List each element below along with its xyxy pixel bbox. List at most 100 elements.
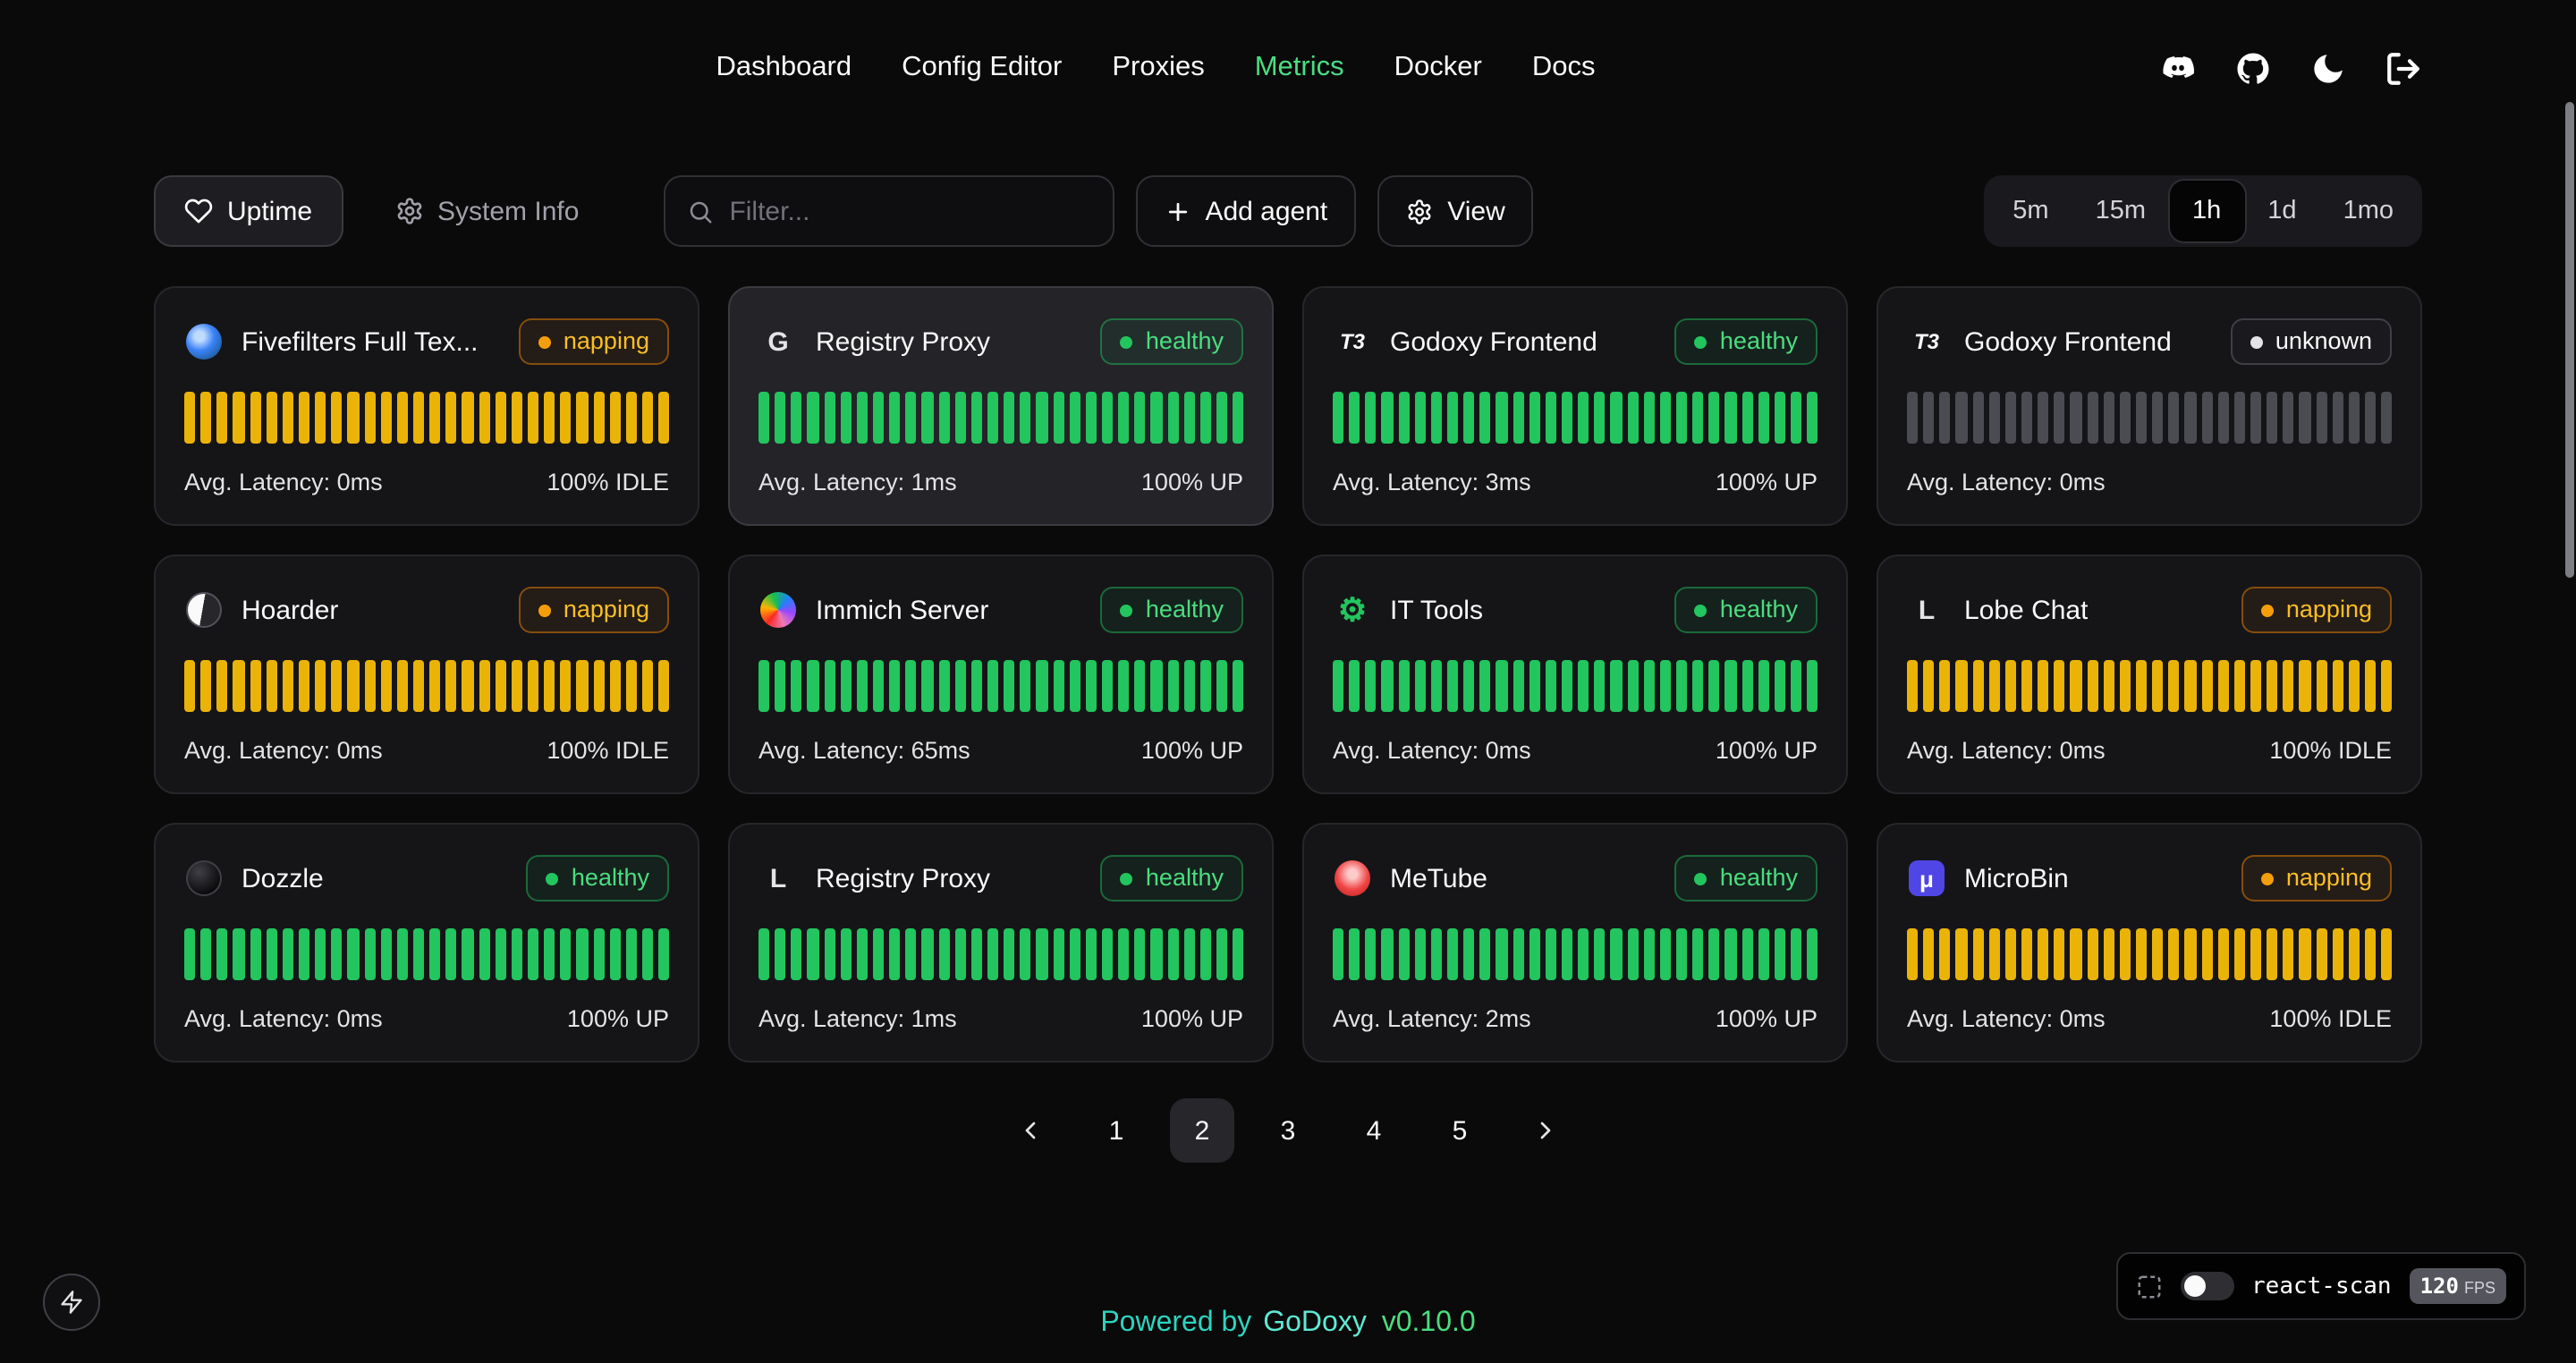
filter-input[interactable] <box>729 196 1090 226</box>
card-footer: Avg. Latency: 0ms 100% UP <box>184 1005 669 1032</box>
service-card[interactable]: μ MicroBin napping Avg. Latency: 0ms 100… <box>1877 823 2422 1062</box>
uptime-bar <box>2087 660 2097 712</box>
service-card[interactable]: Hoarder napping Avg. Latency: 0ms 100% I… <box>154 555 699 794</box>
uptime-label: 100% UP <box>1141 469 1243 495</box>
card-header: L Lobe Chat napping <box>1907 585 2392 635</box>
uptime-bar <box>824 392 835 444</box>
uptime-bar <box>2201 660 2212 712</box>
uptime-bar <box>1578 392 1589 444</box>
service-card[interactable]: T3 Godoxy Frontend healthy Avg. Latency:… <box>1302 286 1848 526</box>
service-card[interactable]: L Registry Proxy healthy Avg. Latency: 1… <box>728 823 1274 1062</box>
tab-uptime[interactable]: Uptime <box>154 175 343 247</box>
inspect-icon[interactable] <box>2135 1273 2162 1300</box>
card-header: L Registry Proxy healthy <box>758 853 1243 903</box>
time-range-1mo[interactable]: 1mo <box>2320 181 2417 241</box>
status-badge: napping <box>519 318 669 365</box>
moon-icon[interactable] <box>2308 48 2347 88</box>
service-card[interactable]: L Lobe Chat napping Avg. Latency: 0ms 10… <box>1877 555 2422 794</box>
add-agent-button[interactable]: Add agent <box>1135 175 1356 247</box>
page-3[interactable]: 3 <box>1256 1098 1320 1163</box>
uptime-bar <box>250 392 260 444</box>
service-card[interactable]: ⚙ IT Tools healthy Avg. Latency: 0ms 100… <box>1302 555 1848 794</box>
service-card[interactable]: Immich Server healthy Avg. Latency: 65ms… <box>728 555 1274 794</box>
uptime-bar <box>2300 928 2310 980</box>
time-range-15m[interactable]: 15m <box>2072 181 2169 241</box>
tab-system-info[interactable]: System Info <box>364 175 609 247</box>
nav-item-docs[interactable]: Docs <box>1532 52 1596 84</box>
uptime-bar <box>1708 928 1719 980</box>
uptime-bar <box>217 392 228 444</box>
chevron-right-icon[interactable] <box>1513 1098 1578 1163</box>
service-name: Lobe Chat <box>1964 595 2088 625</box>
uptime-bar <box>2267 660 2277 712</box>
nav-item-metrics[interactable]: Metrics <box>1255 52 1344 84</box>
uptime-bar <box>512 392 522 444</box>
uptime-bar <box>626 660 637 712</box>
service-name: MeTube <box>1390 863 1487 893</box>
service-card[interactable]: Fivefilters Full Tex... napping Avg. Lat… <box>154 286 699 526</box>
github-icon[interactable] <box>2233 48 2272 88</box>
service-name: Registry Proxy <box>816 326 990 357</box>
uptime-bar <box>593 392 604 444</box>
view-button[interactable]: View <box>1377 175 1534 247</box>
lightning-button[interactable] <box>43 1274 100 1331</box>
status-badge: healthy <box>1101 318 1243 365</box>
uptime-bar <box>2120 660 2131 712</box>
service-card[interactable]: G Registry Proxy healthy Avg. Latency: 1… <box>728 286 1274 526</box>
uptime-bar <box>266 392 276 444</box>
uptime-bar <box>2234 928 2245 980</box>
uptime-bar <box>1069 392 1080 444</box>
nav-item-proxies[interactable]: Proxies <box>1112 52 1204 84</box>
uptime-bar <box>1758 660 1768 712</box>
uptime-bar <box>1725 928 1736 980</box>
service-card[interactable]: MeTube healthy Avg. Latency: 2ms 100% UP <box>1302 823 1848 1062</box>
uptime-bar <box>1333 928 1343 980</box>
uptime-bar <box>1595 928 1606 980</box>
uptime-bar <box>1414 392 1425 444</box>
discord-icon[interactable] <box>2157 48 2197 88</box>
uptime-bar <box>1708 660 1719 712</box>
uptime-bar <box>1676 392 1687 444</box>
react-scan-toggle[interactable] <box>2180 1272 2233 1300</box>
uptime-bar <box>1496 928 1507 980</box>
status-dot <box>2250 335 2263 348</box>
uptime-bar <box>873 660 884 712</box>
time-range-1h[interactable]: 1h <box>2169 181 2244 241</box>
uptime-bar <box>1037 660 1047 712</box>
filter-box <box>663 175 1114 247</box>
page-5[interactable]: 5 <box>1428 1098 1492 1163</box>
uptime-bar <box>1758 392 1768 444</box>
nav-item-config-editor[interactable]: Config Editor <box>902 52 1062 84</box>
nav-item-docker[interactable]: Docker <box>1394 52 1482 84</box>
uptime-bar <box>1366 928 1377 980</box>
uptime-bar <box>2349 928 2360 980</box>
uptime-bar <box>528 392 538 444</box>
uptime-bar <box>299 392 309 444</box>
uptime-bar <box>397 392 408 444</box>
uptime-bar <box>2217 392 2228 444</box>
add-agent-label: Add agent <box>1205 196 1327 226</box>
uptime-bar <box>938 660 949 712</box>
page-1[interactable]: 1 <box>1084 1098 1148 1163</box>
uptime-bar <box>1004 660 1014 712</box>
scrollbar-thumb[interactable] <box>2565 102 2574 578</box>
nav-item-dashboard[interactable]: Dashboard <box>716 52 852 84</box>
uptime-bar <box>1627 660 1638 712</box>
godoxy-link[interactable]: GoDoxy <box>1263 1308 1367 1338</box>
status-dot <box>2261 872 2274 885</box>
page-4[interactable]: 4 <box>1342 1098 1406 1163</box>
uptime-bar <box>1676 928 1687 980</box>
uptime-bar <box>364 660 375 712</box>
status-dot <box>2261 604 2274 616</box>
chevron-left-icon[interactable] <box>998 1098 1063 1163</box>
uptime-bar <box>1200 660 1211 712</box>
page-2[interactable]: 2 <box>1170 1098 1234 1163</box>
time-range-5m[interactable]: 5m <box>1989 181 2072 241</box>
uptime-bar <box>2283 928 2293 980</box>
service-card[interactable]: Dozzle healthy Avg. Latency: 0ms 100% UP <box>154 823 699 1062</box>
uptime-bars <box>1907 928 2392 980</box>
logout-icon[interactable] <box>2383 48 2422 88</box>
uptime-bar <box>2316 392 2326 444</box>
time-range-1d[interactable]: 1d <box>2244 181 2319 241</box>
service-card[interactable]: T3 Godoxy Frontend unknown Avg. Latency:… <box>1877 286 2422 526</box>
